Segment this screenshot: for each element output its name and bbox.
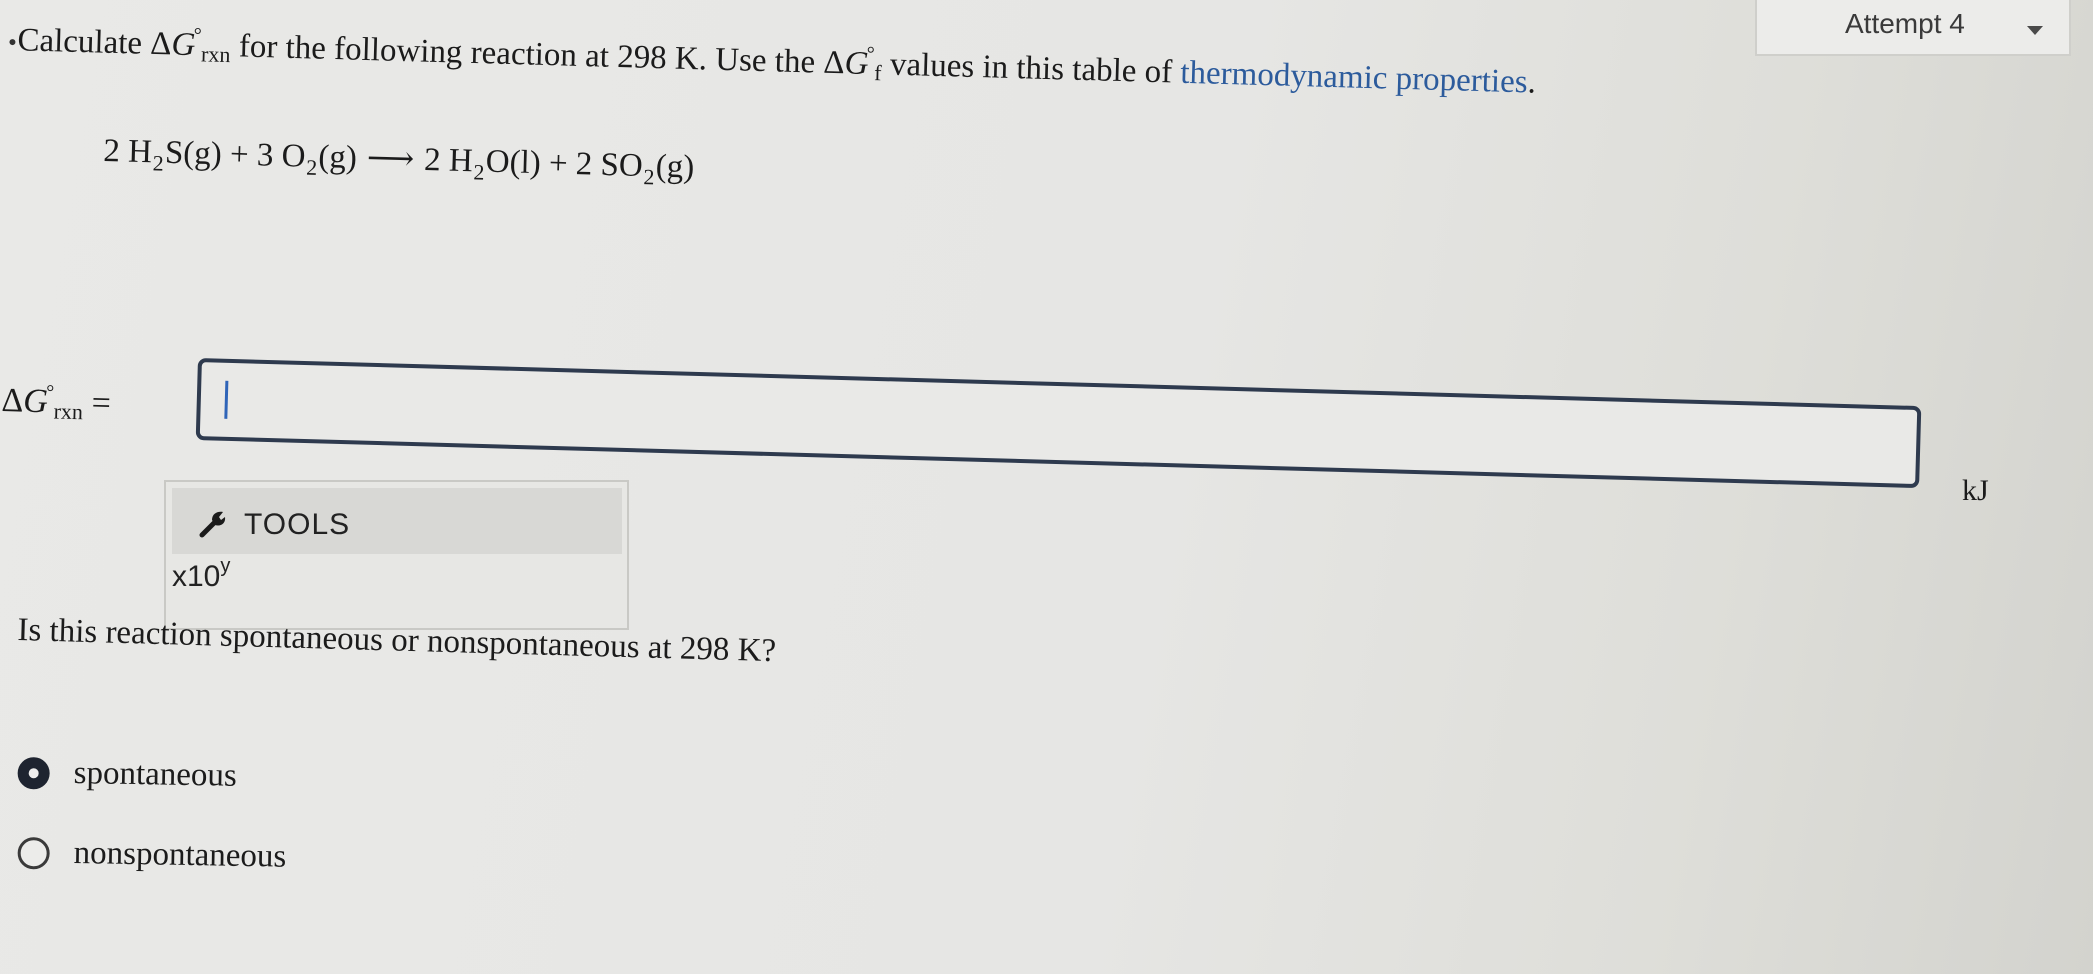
equation-subscript: 2 xyxy=(305,154,318,180)
f-subscript: f xyxy=(873,60,882,86)
tools-button[interactable]: TOOLS xyxy=(172,488,622,554)
wrench-icon xyxy=(199,511,226,538)
equation-term: 2 H xyxy=(102,132,153,171)
delta-g-f-symbol: ΔG°f xyxy=(822,43,882,86)
option-nonspontaneous[interactable]: nonspontaneous xyxy=(17,834,287,876)
bullet-icon xyxy=(9,39,16,46)
text-cursor xyxy=(224,380,229,419)
delta-g-rxn-symbol: ΔG°rxn xyxy=(149,24,231,68)
option-spontaneous[interactable]: spontaneous xyxy=(17,754,237,795)
tools-label: TOOLS xyxy=(244,508,351,541)
attempt-dropdown[interactable]: Attempt 4 xyxy=(1755,0,2071,56)
question-text-prefix: Calculate xyxy=(16,22,151,62)
question-text-end: . xyxy=(1527,64,1537,101)
sci-notation-exponent: y xyxy=(220,555,231,577)
question-text-suffix: values in this table of xyxy=(881,46,1181,91)
chevron-down-icon xyxy=(2027,26,2043,35)
equals-sign: = xyxy=(82,384,112,423)
question-prompt: Calculate ΔG°rxn for the following react… xyxy=(9,22,1536,102)
equation-subscript: 2 xyxy=(152,150,165,176)
equation-subscript: 2 xyxy=(473,159,485,185)
equation-term: 2 H xyxy=(423,141,474,180)
tools-panel: TOOLS x10y xyxy=(164,480,629,630)
option-label: nonspontaneous xyxy=(73,834,287,875)
equation-subscript: 2 xyxy=(643,164,655,190)
equation-term: (g) xyxy=(655,148,695,186)
answer-input[interactable] xyxy=(195,358,1922,489)
thermodynamic-properties-link[interactable]: thermodynamic properties xyxy=(1180,55,1528,101)
reaction-arrow-icon: ⟶ xyxy=(366,140,415,178)
radio-button[interactable] xyxy=(17,836,50,870)
attempt-label: Attempt 4 xyxy=(1845,8,1965,39)
rxn-subscript: rxn xyxy=(200,41,231,68)
equation-term: S(g) + 3 O xyxy=(164,134,306,175)
equation-term: O(l) + 2 SO xyxy=(485,143,644,185)
equation-term: (g) xyxy=(317,139,358,177)
unit-label: kJ xyxy=(1962,474,1989,507)
chemical-equation: 2 H2S(g) + 3 O2(g) ⟶ 2 H2O(l) + 2 SO2(g) xyxy=(102,130,695,190)
delta-symbol: Δ xyxy=(149,25,173,63)
sci-notation-base: x10 xyxy=(172,560,221,593)
scientific-notation-button[interactable]: x10y xyxy=(172,555,230,594)
delta-symbol: Δ xyxy=(0,382,24,420)
delta-symbol: Δ xyxy=(822,44,846,82)
rxn-subscript: rxn xyxy=(53,398,84,425)
g-symbol: G xyxy=(171,26,196,64)
option-label: spontaneous xyxy=(73,754,238,794)
radio-button-selected[interactable] xyxy=(17,756,50,790)
answer-label: ΔG°rxn = xyxy=(0,381,112,425)
question-text-mid: for the following reaction at 298 K. Use… xyxy=(230,28,824,81)
